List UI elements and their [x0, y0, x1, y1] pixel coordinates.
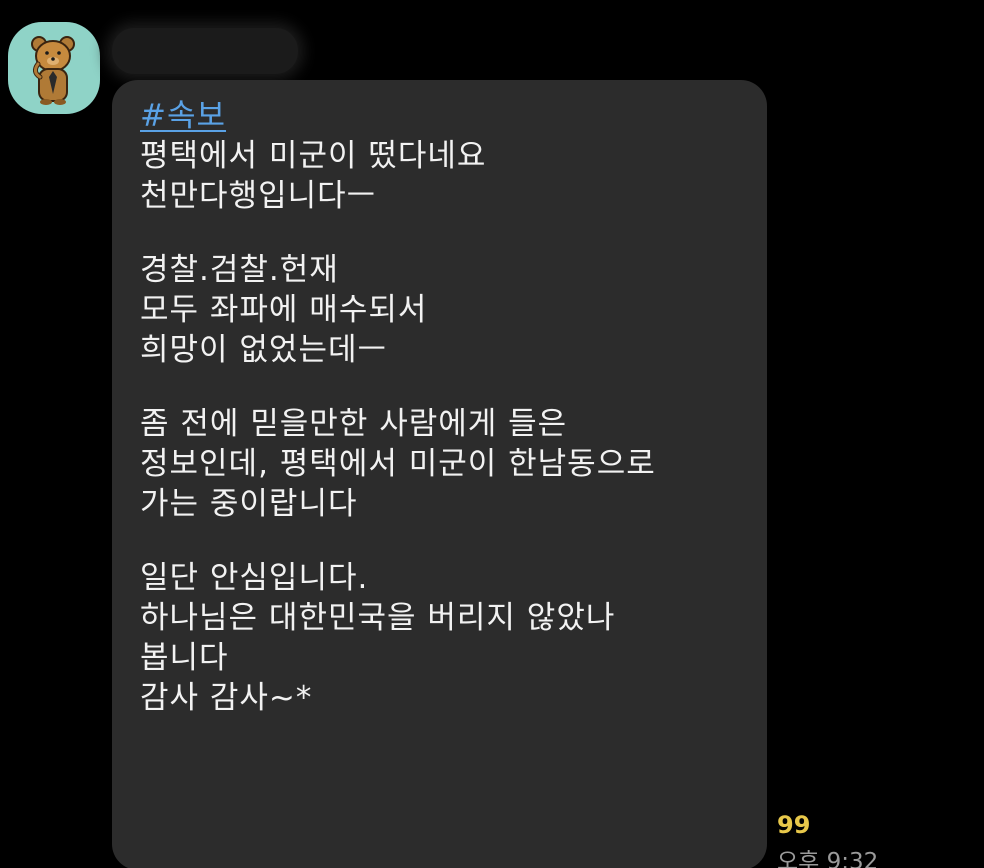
message-line: 가는 중이랍니다: [140, 486, 358, 522]
message-line: 봅니다: [140, 640, 229, 676]
unread-count: 99: [777, 811, 811, 839]
bear-character-icon: [31, 36, 75, 105]
message-line: 하나님은 대한민국을 버리지 않았나: [140, 600, 616, 636]
message-line: 천만다행입니다ㅡ: [140, 178, 377, 214]
chat-screen: #속보 평택에서 미군이 떴다네요 천만다행입니다ㅡ 경찰.검찰.헌재 모두 좌…: [0, 0, 984, 868]
message-line: 희망이 없었는데ㅡ: [140, 332, 388, 368]
message-line: [140, 216, 747, 250]
message-timestamp: 오후 9:32: [777, 849, 879, 868]
sender-avatar[interactable]: [8, 22, 100, 114]
sender-name: [112, 28, 298, 74]
message-line: 좀 전에 믿을만한 사람에게 들은: [140, 406, 568, 442]
message-line: 모두 좌파에 매수되서: [140, 292, 428, 328]
message-line: 일단 안심입니다.: [140, 560, 369, 596]
message-line: 감사 감사~*: [140, 680, 313, 716]
message-line: [140, 370, 747, 404]
message-line: 평택에서 미군이 떴다네요: [140, 138, 487, 174]
message-line: 정보인데, 평택에서 미군이 한남동으로: [140, 446, 656, 482]
message-line: [140, 524, 747, 558]
hashtag-link[interactable]: #속보: [140, 96, 226, 136]
message-hashtag-line: #속보: [140, 96, 747, 136]
message-line: 경찰.검찰.헌재: [140, 252, 339, 288]
message-bubble[interactable]: #속보 평택에서 미군이 떴다네요 천만다행입니다ㅡ 경찰.검찰.헌재 모두 좌…: [112, 80, 767, 868]
